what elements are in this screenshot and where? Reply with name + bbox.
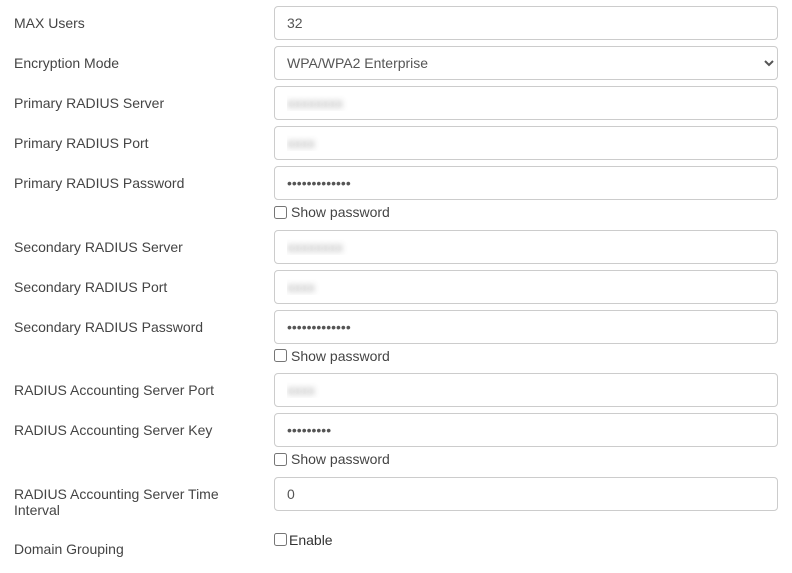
input-radius-acct-port[interactable]: [274, 373, 778, 407]
label-max-users: MAX Users: [14, 6, 274, 31]
input-radius-acct-interval[interactable]: [274, 477, 778, 511]
checkbox-show-password-secondary[interactable]: [274, 349, 287, 362]
label-primary-radius-server: Primary RADIUS Server: [14, 86, 274, 111]
row-encryption-mode: Encryption Mode WPA/WPA2 Enterprise: [14, 46, 778, 80]
input-primary-radius-server[interactable]: [274, 86, 778, 120]
row-secondary-radius-password: Secondary RADIUS Password Show password: [14, 310, 778, 368]
label-show-password-primary: Show password: [291, 204, 390, 220]
select-encryption-mode[interactable]: WPA/WPA2 Enterprise: [274, 46, 778, 80]
row-primary-radius-server: Primary RADIUS Server: [14, 86, 778, 120]
label-show-password-acct-key: Show password: [291, 451, 390, 467]
checkbox-show-password-acct-key[interactable]: [274, 453, 287, 466]
row-radius-acct-key: RADIUS Accounting Server Key Show passwo…: [14, 413, 778, 471]
input-radius-acct-key[interactable]: [274, 413, 778, 447]
checkbox-show-password-primary[interactable]: [274, 206, 287, 219]
row-domain-grouping: Domain Grouping Enable: [14, 532, 778, 557]
row-secondary-radius-server: Secondary RADIUS Server: [14, 230, 778, 264]
input-primary-radius-password[interactable]: [274, 166, 778, 200]
label-domain-grouping: Domain Grouping: [14, 532, 274, 557]
show-password-secondary: Show password: [274, 348, 778, 366]
row-secondary-radius-port: Secondary RADIUS Port: [14, 270, 778, 304]
input-secondary-radius-server[interactable]: [274, 230, 778, 264]
label-encryption-mode: Encryption Mode: [14, 46, 274, 71]
show-password-acct-key: Show password: [274, 451, 778, 469]
show-password-primary: Show password: [274, 204, 778, 222]
row-radius-acct-port: RADIUS Accounting Server Port: [14, 373, 778, 407]
label-domain-grouping-enable: Enable: [289, 532, 333, 548]
checkbox-domain-grouping-enable[interactable]: [274, 533, 287, 546]
label-radius-acct-key: RADIUS Accounting Server Key: [14, 413, 274, 438]
label-secondary-radius-password: Secondary RADIUS Password: [14, 310, 274, 335]
label-radius-acct-interval: RADIUS Accounting Server Time Interval: [14, 477, 274, 518]
label-radius-acct-port: RADIUS Accounting Server Port: [14, 373, 274, 398]
input-primary-radius-port[interactable]: [274, 126, 778, 160]
row-primary-radius-password: Primary RADIUS Password Show password: [14, 166, 778, 224]
label-secondary-radius-server: Secondary RADIUS Server: [14, 230, 274, 255]
row-primary-radius-port: Primary RADIUS Port: [14, 126, 778, 160]
label-primary-radius-port: Primary RADIUS Port: [14, 126, 274, 151]
label-secondary-radius-port: Secondary RADIUS Port: [14, 270, 274, 295]
input-secondary-radius-password[interactable]: [274, 310, 778, 344]
row-max-users: MAX Users: [14, 6, 778, 40]
input-max-users[interactable]: [274, 6, 778, 40]
row-radius-acct-interval: RADIUS Accounting Server Time Interval: [14, 477, 778, 518]
label-primary-radius-password: Primary RADIUS Password: [14, 166, 274, 191]
label-show-password-secondary: Show password: [291, 348, 390, 364]
input-secondary-radius-port[interactable]: [274, 270, 778, 304]
